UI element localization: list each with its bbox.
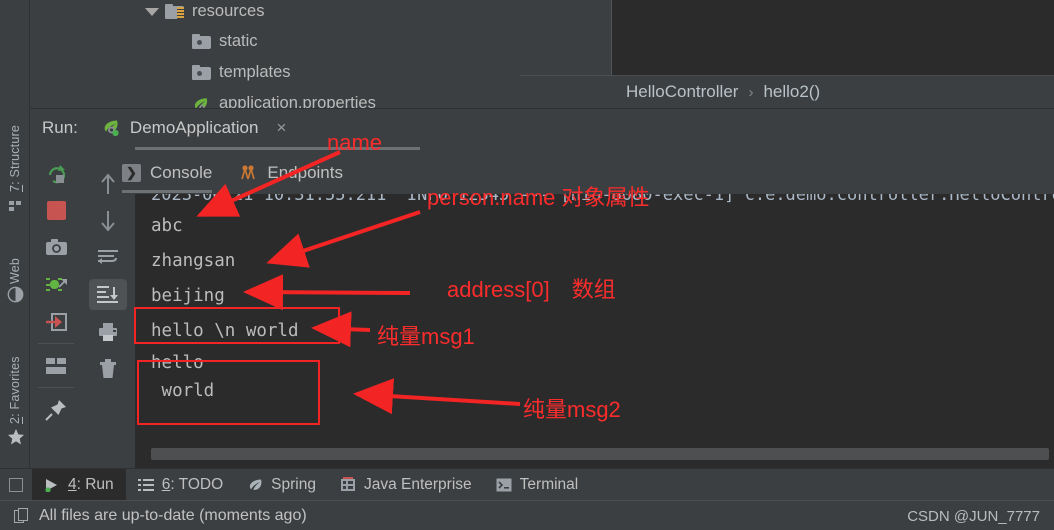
- screenshot-button[interactable]: [30, 229, 82, 266]
- clear-all-button[interactable]: [82, 350, 134, 387]
- breadcrumb-class[interactable]: HelloController: [626, 82, 738, 102]
- tree-item-static[interactable]: static: [192, 27, 258, 56]
- tree-item-label: application.properties: [219, 94, 376, 108]
- tree-item-templates[interactable]: templates: [192, 58, 291, 87]
- run-configuration-name: DemoApplication: [129, 118, 259, 137]
- sidebar-tab-structure-label: 7: Structure: [8, 124, 22, 192]
- web-globe-icon[interactable]: [7, 286, 24, 303]
- spring-boot-run-icon: [100, 119, 122, 137]
- folder-resources-icon: [165, 4, 184, 19]
- status-bar: All files are up-to-date (moments ago) C…: [0, 500, 1054, 530]
- bottom-tab-todo[interactable]: 6: TODO: [126, 469, 235, 501]
- run-content-tabs: ❯ Console Endpoints: [122, 155, 343, 191]
- chevron-down-icon[interactable]: [145, 7, 159, 16]
- console-line: zhangsan: [151, 251, 236, 271]
- bottom-tab-terminal-label: Terminal: [519, 475, 579, 493]
- breadcrumb-method[interactable]: hello2(): [763, 82, 820, 102]
- console-line: world: [151, 381, 215, 401]
- tree-item-resources[interactable]: resources: [145, 0, 264, 26]
- tree-item-application-properties[interactable]: application.properties: [192, 89, 376, 108]
- rerun-button[interactable]: [30, 155, 82, 192]
- run-arrow-icon: [44, 478, 60, 493]
- console-tab-underline: [122, 190, 212, 193]
- watermark: CSDN @JUN_7777: [907, 507, 1040, 525]
- project-tree[interactable]: resources static templates application.p…: [30, 0, 520, 108]
- bottom-tab-java-enterprise-label: Java Enterprise: [363, 475, 472, 493]
- structure-icon[interactable]: [7, 198, 23, 214]
- file-sync-icon: [14, 507, 29, 524]
- toolbar-divider: [38, 387, 74, 388]
- folder-icon: [192, 65, 211, 80]
- run-toolbar: [30, 155, 82, 428]
- tab-console-label: Console: [150, 163, 213, 182]
- print-button[interactable]: [82, 313, 134, 350]
- run-tab-underline: [135, 147, 420, 150]
- sidebar-tab-favorites-num: 2: [8, 416, 22, 424]
- editor-gutter: [520, 0, 612, 75]
- stop-button[interactable]: [30, 192, 82, 229]
- console-line: hello: [151, 353, 204, 373]
- console-line: abc: [151, 216, 183, 236]
- scroll-down-button[interactable]: [82, 202, 134, 239]
- bottom-tab-spring[interactable]: Spring: [235, 469, 328, 501]
- bottom-tab-spring-label: Spring: [271, 475, 316, 493]
- scroll-to-end-button[interactable]: [82, 276, 134, 313]
- tab-console[interactable]: ❯ Console: [122, 163, 212, 183]
- sidebar-tab-web[interactable]: Web: [0, 236, 30, 284]
- soft-wrap-button[interactable]: [82, 239, 134, 276]
- toggle-tool-windows-icon[interactable]: [9, 477, 23, 492]
- run-header: Run: DemoApplication ×: [30, 109, 1054, 147]
- bottom-tab-terminal[interactable]: Terminal: [484, 469, 591, 501]
- left-tool-strip: 7: Structure Web 2: Favorites: [0, 0, 30, 468]
- breadcrumb[interactable]: HelloController › hello2(): [520, 75, 1054, 108]
- layout-button[interactable]: [30, 347, 82, 384]
- console-toolbar: [82, 165, 134, 387]
- bottom-tab-todo-label: 6: TODO: [161, 475, 224, 493]
- bottom-tool-window-bar: 4: Run 6: TODO Spring Java Enterprise Te: [0, 468, 1054, 501]
- endpoints-icon: [238, 164, 258, 182]
- bottom-tab-java-enterprise[interactable]: Java Enterprise: [328, 469, 484, 501]
- folder-icon: [192, 34, 211, 49]
- console-line: hello \n world: [151, 321, 299, 341]
- sidebar-tab-favorites[interactable]: 2: Favorites: [0, 330, 30, 424]
- exit-button[interactable]: [30, 303, 82, 340]
- bottom-tab-run[interactable]: 4: Run: [32, 468, 126, 501]
- terminal-icon: [496, 478, 512, 492]
- sidebar-tab-web-label: Web: [8, 257, 22, 284]
- ide-window: 7: Structure Web 2: Favorites resources: [0, 0, 1054, 530]
- toolbar-divider: [38, 343, 74, 344]
- run-label: Run:: [42, 118, 78, 137]
- scroll-up-button[interactable]: [82, 165, 134, 202]
- tree-item-label: resources: [192, 2, 265, 20]
- console-horizontal-scrollbar[interactable]: [151, 448, 1049, 460]
- tab-endpoints-label: Endpoints: [267, 163, 343, 182]
- sidebar-tab-favorites-label: 2: Favorites: [8, 356, 22, 424]
- chevron-right-icon: ›: [748, 83, 754, 101]
- status-message: All files are up-to-date (moments ago): [39, 506, 307, 524]
- run-configuration-tab[interactable]: DemoApplication ×: [100, 118, 286, 138]
- tree-item-label: static: [219, 32, 258, 50]
- close-icon[interactable]: ×: [276, 118, 286, 138]
- sidebar-tab-structure[interactable]: 7: Structure: [0, 96, 30, 192]
- tree-item-label: templates: [219, 63, 291, 81]
- spring-leaf-icon: [192, 96, 211, 108]
- thread-dump-button[interactable]: [30, 266, 82, 303]
- run-tool-window: Run: DemoApplication × ❯ Console Endpoin…: [30, 108, 1054, 469]
- console-output[interactable]: 2023-06-21 10:31:55.211 INFO 12345 --- […: [135, 194, 1054, 469]
- pin-button[interactable]: [30, 391, 82, 428]
- todo-list-icon: [137, 478, 154, 491]
- bottom-tab-run-label: 4: Run: [68, 475, 114, 493]
- spring-leaf-icon: [247, 478, 263, 492]
- java-enterprise-icon: [340, 477, 356, 492]
- tab-endpoints[interactable]: Endpoints: [238, 163, 343, 183]
- sidebar-tab-structure-num: 7: [8, 184, 22, 192]
- star-icon[interactable]: [7, 428, 24, 445]
- console-line-clipped: 2023-06-21 10:31:55.211 INFO 12345 --- […: [151, 194, 1054, 205]
- console-line: beijing: [151, 286, 225, 306]
